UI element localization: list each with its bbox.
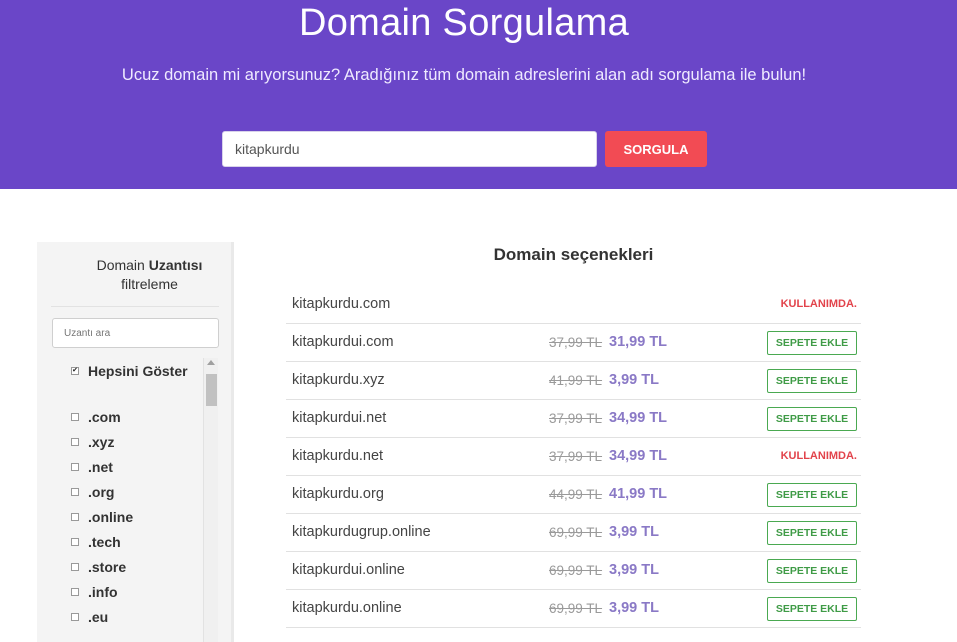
extension-label: Hepsini Göster xyxy=(88,363,188,379)
domain-name: kitapkurdu.online xyxy=(292,600,402,616)
domain-name: kitapkurdui.com xyxy=(292,334,394,350)
extension-filter-item[interactable]: .store xyxy=(71,554,201,579)
domain-name: kitapkurdu.org xyxy=(292,486,384,502)
extension-label: .store xyxy=(88,558,127,575)
scroll-thumb[interactable] xyxy=(206,374,217,406)
extension-label: .org xyxy=(88,483,115,500)
old-price: 41,99 TL xyxy=(549,373,603,388)
extension-label: .info xyxy=(88,583,118,600)
hero-banner: Domain Sorgulama Ucuz domain mi arıyorsu… xyxy=(0,0,957,189)
status-in-use: KULLANIMDA. xyxy=(780,298,857,310)
add-to-cart-button[interactable]: SEPETE EKLE xyxy=(767,559,857,583)
checkbox-icon[interactable] xyxy=(71,612,79,621)
add-to-cart-button[interactable]: SEPETE EKLE xyxy=(767,407,857,431)
domain-result-row: kitapkurdu.com KULLANIMDA. xyxy=(286,286,861,324)
new-price: 31,99 TL xyxy=(609,334,668,350)
extension-label: .tech xyxy=(88,533,121,550)
extension-filter-item[interactable]: .info xyxy=(71,579,201,604)
extension-label: .eu xyxy=(88,608,109,625)
scroll-up-arrow-icon[interactable] xyxy=(207,360,215,365)
checkbox-icon[interactable] xyxy=(71,487,79,496)
extension-list: ✔ Hepsini Göster .com .xyz .net .org .online .t… xyxy=(71,360,201,629)
results-title: Domain seçenekleri xyxy=(493,245,654,264)
extension-search-input[interactable] xyxy=(52,318,219,348)
domain-name: kitapkurdu.com xyxy=(292,296,391,312)
extension-list-scrollbar[interactable] xyxy=(203,358,218,642)
new-price: 3,99 TL xyxy=(609,372,659,388)
filter-divider xyxy=(51,306,219,307)
new-price: 3,99 TL xyxy=(609,524,659,540)
extension-filter-item[interactable]: .com xyxy=(71,404,201,429)
domain-result-row: kitapkurdugrup.online 69,99 TL 3,99 TL SEPE… xyxy=(286,514,861,552)
new-price: 3,99 TL xyxy=(609,600,659,616)
domain-name: kitapkurdugrup.online xyxy=(292,524,431,540)
domain-name: kitapkurdu.net xyxy=(292,448,384,464)
domain-name: kitapkurdui.online xyxy=(292,562,405,578)
checkbox-icon[interactable] xyxy=(71,412,79,421)
domain-result-row: kitapkurdu.xyz 41,99 TL 3,99 TL SEPETE EKLE xyxy=(286,362,861,400)
checkbox-icon[interactable] xyxy=(71,537,79,546)
filter-title-suffix: filtreleme xyxy=(121,276,178,292)
filter-title: Domain Uzantısı filtreleme xyxy=(37,256,262,294)
checkbox-icon[interactable] xyxy=(71,512,79,521)
domain-results-list: kitapkurdu.com KULLANIMDA. kitapkurdui.com… xyxy=(286,286,861,628)
status-in-use: KULLANIMDA. xyxy=(780,450,857,462)
extension-filter-item[interactable]: .org xyxy=(71,479,201,504)
domain-name: kitapkurdui.net xyxy=(292,410,387,426)
search-button[interactable]: SORGULA xyxy=(605,131,707,167)
domain-name: kitapkurdu.xyz xyxy=(292,372,385,388)
old-price: 37,99 TL xyxy=(549,449,603,464)
checkbox-icon[interactable] xyxy=(71,437,79,446)
old-price: 37,99 TL xyxy=(549,335,603,350)
add-to-cart-button[interactable]: SEPETE EKLE xyxy=(767,331,857,355)
checkbox-icon[interactable]: ✔ xyxy=(71,367,79,375)
extension-filter-panel: Domain Uzantısı filtreleme ✔ Hepsini Göst… xyxy=(37,242,234,642)
old-price: 69,99 TL xyxy=(549,525,603,540)
filter-title-prefix: Domain xyxy=(96,257,145,273)
new-price: 34,99 TL xyxy=(609,448,668,464)
add-to-cart-button[interactable]: SEPETE EKLE xyxy=(767,483,857,507)
domain-search-input[interactable] xyxy=(222,131,597,167)
domain-result-row: kitapkurdui.net 37,99 TL 34,99 TL SEPETE EK… xyxy=(286,400,861,438)
extension-filter-item[interactable]: ✔ Hepsini Göster xyxy=(71,360,201,404)
add-to-cart-button[interactable]: SEPETE EKLE xyxy=(767,369,857,393)
add-to-cart-button[interactable]: SEPETE EKLE xyxy=(767,521,857,545)
domain-result-row: kitapkurdu.org 44,99 TL 41,99 TL SEPETE EKL… xyxy=(286,476,861,514)
add-to-cart-button[interactable]: SEPETE EKLE xyxy=(767,597,857,621)
extension-filter-item[interactable]: .online xyxy=(71,504,201,529)
checkbox-icon[interactable] xyxy=(71,462,79,471)
checkbox-icon[interactable] xyxy=(71,587,79,596)
new-price: 41,99 TL xyxy=(609,486,668,502)
domain-result-row: kitapkurdu.net 37,99 TL 34,99 TL KULLANIMDA… xyxy=(286,438,861,476)
extension-filter-item[interactable]: .tech xyxy=(71,529,201,554)
domain-result-row: kitapkurdu.online 69,99 TL 3,99 TL SEPETE E… xyxy=(286,590,861,628)
old-price: 37,99 TL xyxy=(549,411,603,426)
old-price: 44,99 TL xyxy=(549,487,603,502)
extension-label: .online xyxy=(88,508,134,525)
extension-filter-item[interactable]: .xyz xyxy=(71,429,201,454)
page-title: Domain Sorgulama xyxy=(298,2,630,44)
extension-label: .xyz xyxy=(88,433,115,450)
domain-result-row: kitapkurdui.online 69,99 TL 3,99 TL SEPETE … xyxy=(286,552,861,590)
domain-result-row: kitapkurdui.com 37,99 TL 31,99 TL SEPETE EK… xyxy=(286,324,861,362)
old-price: 69,99 TL xyxy=(549,601,603,616)
extension-filter-item[interactable]: .net xyxy=(71,454,201,479)
new-price: 34,99 TL xyxy=(609,410,668,426)
filter-title-bold: Uzantısı xyxy=(148,257,203,273)
checkbox-icon[interactable] xyxy=(71,562,79,571)
extension-label: .com xyxy=(88,408,121,425)
old-price: 69,99 TL xyxy=(549,563,603,578)
extension-filter-item[interactable]: .eu xyxy=(71,604,201,629)
new-price: 3,99 TL xyxy=(609,562,659,578)
page-subtitle: Ucuz domain mi arıyorsunuz? Aradığınız t… xyxy=(121,66,807,84)
extension-label: .net xyxy=(88,458,113,475)
